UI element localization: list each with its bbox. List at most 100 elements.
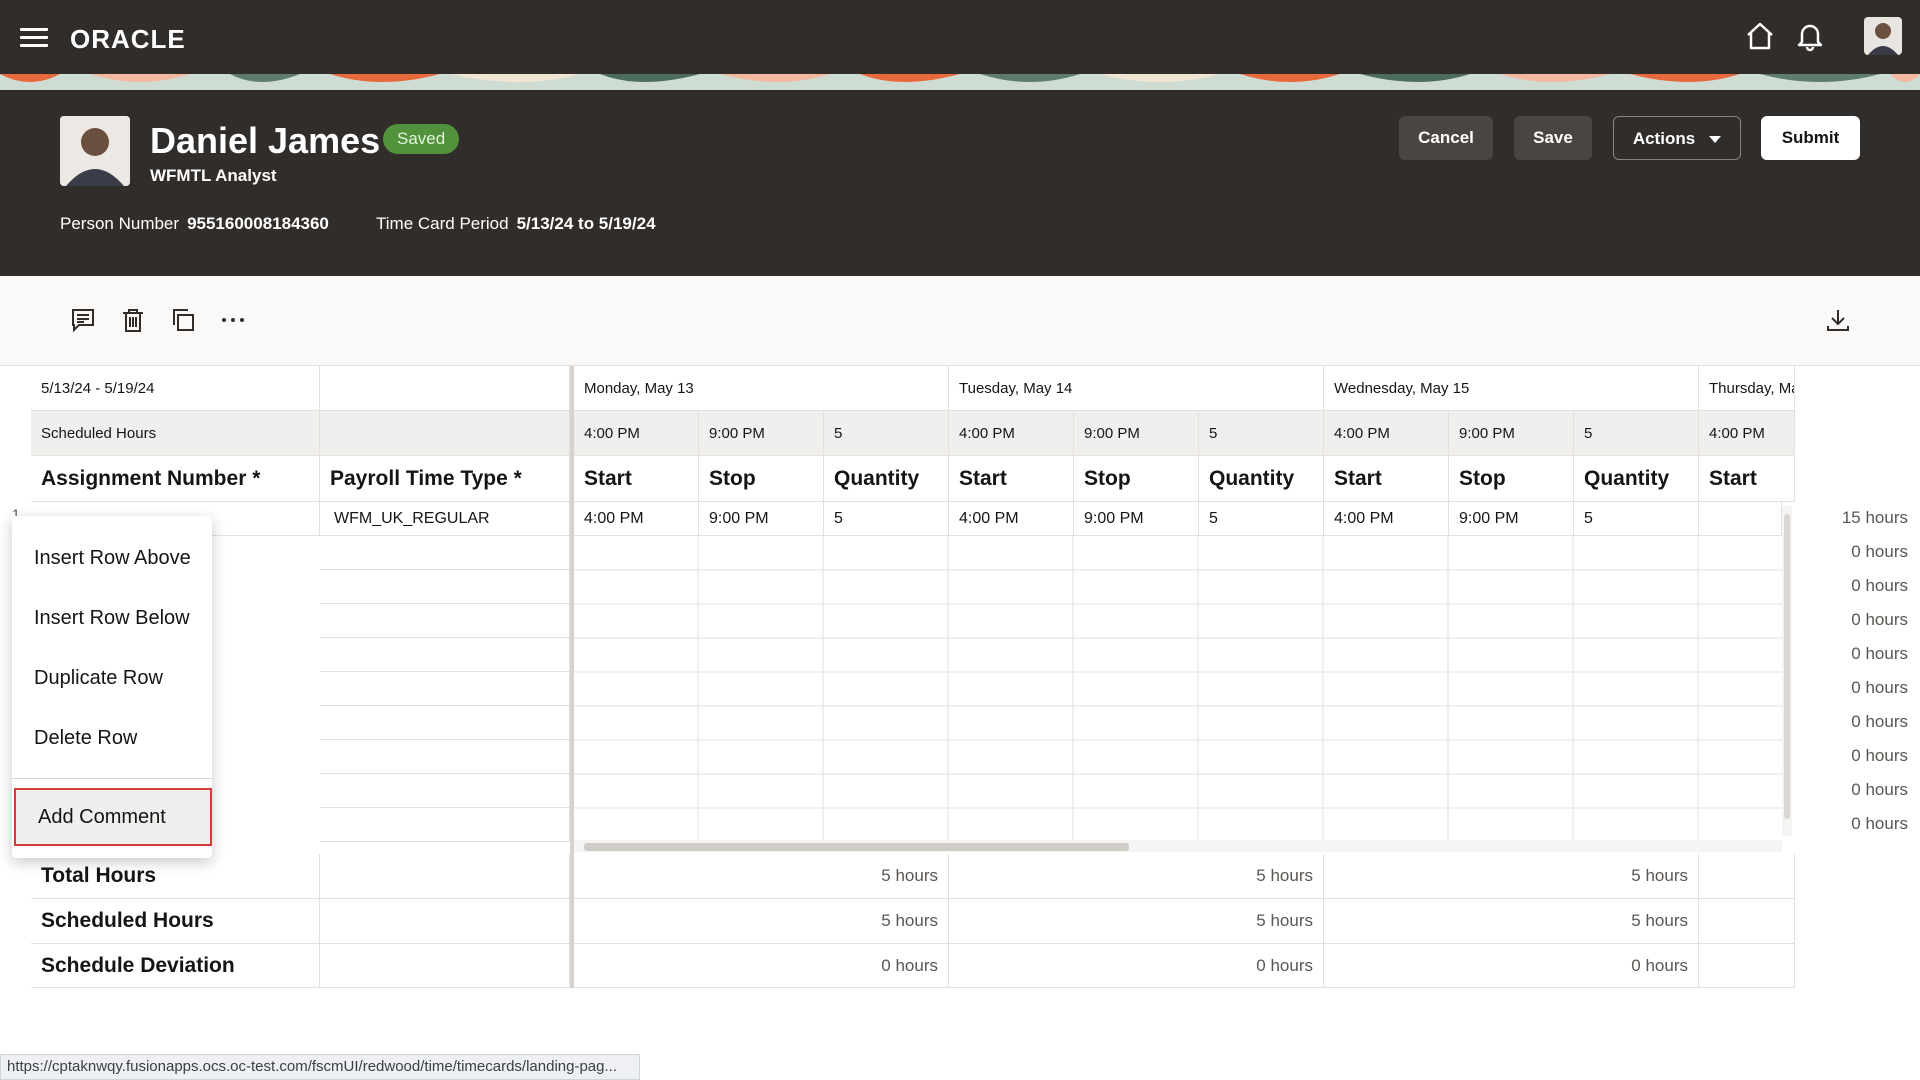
person-avatar: [60, 116, 130, 186]
row-total: 15 hours: [1841, 508, 1908, 527]
actions-button[interactable]: Actions: [1613, 116, 1741, 160]
qty-tue-cell[interactable]: 5: [1199, 502, 1324, 536]
duplicate-row-item[interactable]: Duplicate Row: [12, 650, 212, 706]
deviation-tue: 0 hours: [949, 944, 1324, 988]
totals-empty: [320, 944, 570, 988]
total-hours-thu: [1699, 854, 1795, 899]
total-hours-wed: 5 hours: [1324, 854, 1699, 899]
col-payroll-time-type[interactable]: Payroll Time Type *: [320, 456, 570, 502]
start-mon-cell[interactable]: 4:00 PM: [574, 502, 699, 536]
payroll-type-cell[interactable]: [320, 808, 570, 842]
status-badge: Saved: [383, 124, 460, 154]
sched-qty-tue: 5: [1199, 411, 1324, 456]
delete-icon[interactable]: [119, 306, 147, 334]
day-header-mon: Monday, May 13: [574, 366, 949, 411]
person-number-label: Person Number: [60, 214, 180, 233]
person-number-value: 955160008184360: [187, 214, 329, 233]
user-avatar[interactable]: [1864, 17, 1902, 55]
more-icon[interactable]: [219, 306, 247, 334]
hamburger-menu-icon[interactable]: [20, 28, 48, 48]
payroll-type-cell[interactable]: [320, 706, 570, 740]
scheduled-hours-wed: 5 hours: [1324, 899, 1699, 944]
payroll-type-cell[interactable]: [320, 774, 570, 808]
scheduled-hours-label: Scheduled Hours: [31, 411, 320, 456]
col-start-thu: Start: [1699, 456, 1795, 502]
row-total: 0 hours: [1851, 780, 1908, 799]
period-value: 5/13/24 to 5/19/24: [516, 214, 656, 233]
person-name: Daniel James: [150, 120, 381, 161]
row-total: 0 hours: [1851, 542, 1908, 561]
row-total: 0 hours: [1851, 644, 1908, 663]
save-button[interactable]: Save: [1514, 116, 1592, 160]
deviation-wed: 0 hours: [1324, 944, 1699, 988]
bell-icon[interactable]: [1794, 20, 1826, 52]
vertical-scrollbar[interactable]: [1782, 506, 1792, 836]
start-wed-cell[interactable]: 4:00 PM: [1324, 502, 1449, 536]
job-title: WFMTL Analyst: [150, 166, 277, 185]
total-hours-mon: 5 hours: [574, 854, 949, 899]
delete-row-item[interactable]: Delete Row: [12, 710, 212, 766]
stop-mon-cell[interactable]: 9:00 PM: [699, 502, 824, 536]
empty-header: [320, 366, 570, 411]
col-stop-wed: Stop: [1449, 456, 1574, 502]
toolbar: [0, 276, 1920, 366]
payroll-type-cell[interactable]: [320, 604, 570, 638]
copy-icon[interactable]: [169, 306, 197, 334]
stop-tue-cell[interactable]: 9:00 PM: [1074, 502, 1199, 536]
start-thu-cell[interactable]: [1699, 502, 1782, 536]
menu-divider: [12, 778, 212, 779]
cancel-button[interactable]: Cancel: [1399, 116, 1493, 160]
col-start-mon: Start: [574, 456, 699, 502]
horizontal-scrollbar[interactable]: [574, 840, 1782, 852]
sched-stop-wed: 9:00 PM: [1449, 411, 1574, 456]
submit-button[interactable]: Submit: [1761, 116, 1860, 160]
sched-stop-mon: 9:00 PM: [699, 411, 824, 456]
frozen-column-divider: [570, 366, 574, 988]
sched-start-tue: 4:00 PM: [949, 411, 1074, 456]
chevron-down-icon: [1709, 136, 1722, 144]
col-start-tue: Start: [949, 456, 1074, 502]
row-total: 0 hours: [1851, 814, 1908, 833]
comment-icon[interactable]: [69, 306, 97, 334]
schedule-deviation-label: Schedule Deviation: [31, 944, 320, 988]
total-hours-label: Total Hours: [31, 854, 320, 899]
add-comment-item[interactable]: Add Comment: [14, 788, 212, 846]
sched-start-mon: 4:00 PM: [574, 411, 699, 456]
scheduled-hours-thu: [1699, 899, 1795, 944]
col-quantity-mon: Quantity: [824, 456, 949, 502]
payroll-type-cell[interactable]: [320, 672, 570, 706]
total-hours-tue: 5 hours: [949, 854, 1324, 899]
scheduled-hours-total-label: Scheduled Hours: [31, 899, 320, 944]
day-header-tue: Tuesday, May 14: [949, 366, 1324, 411]
home-icon[interactable]: [1744, 20, 1776, 52]
payroll-type-cell[interactable]: [320, 638, 570, 672]
status-bar-url: https://cptaknwqy.fusionapps.ocs.oc-test…: [0, 1054, 640, 1080]
insert-row-above-item[interactable]: Insert Row Above: [12, 530, 212, 586]
period-range: 5/13/24 - 5/19/24: [31, 366, 320, 411]
scheduled-hours-mon: 5 hours: [574, 899, 949, 944]
insert-row-below-item[interactable]: Insert Row Below: [12, 590, 212, 646]
totals-empty: [320, 899, 570, 944]
sched-stop-tue: 9:00 PM: [1074, 411, 1199, 456]
row-total: 0 hours: [1851, 678, 1908, 697]
payroll-type-cell[interactable]: [320, 536, 570, 570]
empty-rows-grid[interactable]: [574, 536, 1782, 842]
top-bar: ORACLE: [0, 0, 1920, 74]
col-start-wed: Start: [1324, 456, 1449, 502]
col-stop-mon: Stop: [699, 456, 824, 502]
deviation-mon: 0 hours: [574, 944, 949, 988]
qty-wed-cell[interactable]: 5: [1574, 502, 1699, 536]
row-total: 0 hours: [1851, 610, 1908, 629]
day-header-thu: Thursday, Ma: [1699, 366, 1795, 411]
col-assignment-number[interactable]: Assignment Number *: [31, 456, 320, 502]
qty-mon-cell[interactable]: 5: [824, 502, 949, 536]
payroll-type-cell[interactable]: WFM_UK_REGULAR: [320, 502, 570, 536]
start-tue-cell[interactable]: 4:00 PM: [949, 502, 1074, 536]
day-header-wed: Wednesday, May 15: [1324, 366, 1699, 411]
period-label: Time Card Period: [376, 214, 509, 233]
payroll-type-cell[interactable]: [320, 740, 570, 774]
row-context-menu: Insert Row Above Insert Row Below Duplic…: [12, 516, 212, 858]
payroll-type-cell[interactable]: [320, 570, 570, 604]
stop-wed-cell[interactable]: 9:00 PM: [1449, 502, 1574, 536]
download-icon[interactable]: [1824, 306, 1852, 334]
